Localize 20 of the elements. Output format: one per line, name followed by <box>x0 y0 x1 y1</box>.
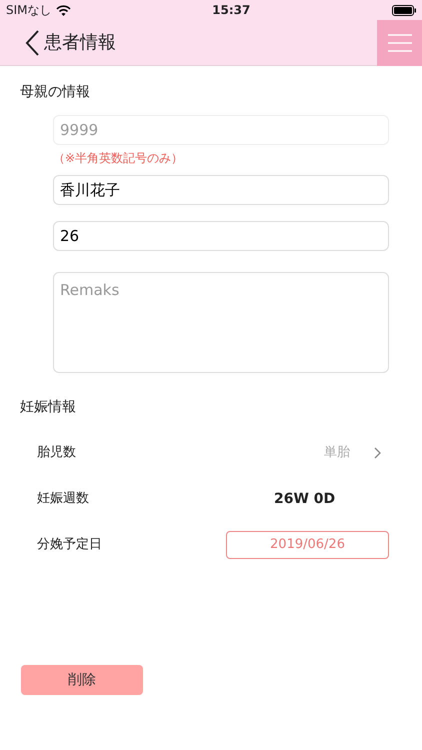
chevron-icon <box>374 447 381 459</box>
page-title: 患者情報 <box>44 31 117 55</box>
section-heading: 母親の情報 <box>20 83 91 102</box>
id-input-field[interactable]: 9999 <box>53 115 389 145</box>
age-input-field[interactable]: 26 <box>53 221 389 251</box>
delete-button[interactable]: 削除 <box>21 665 143 695</box>
remarks-field[interactable]: Remaks <box>53 272 389 373</box>
carrier-label: SIMなし <box>6 2 52 19</box>
field-label: 胎児数 <box>37 444 77 462</box>
field-value: 26W 0D <box>274 490 336 508</box>
battery-icon <box>392 4 416 16</box>
clock-time: 15:37 <box>211 2 252 19</box>
name-input-field[interactable]: 香川花子 <box>53 175 389 205</box>
section-heading: 妊娠情報 <box>20 398 77 417</box>
input-note: （※半角英数記号のみ） <box>53 150 184 167</box>
wifi-icon <box>56 4 71 16</box>
field-label: 妊娠週数 <box>37 490 90 508</box>
menu-icon <box>388 34 412 52</box>
back-icon[interactable] <box>24 28 40 56</box>
field-label: 分娩予定日 <box>37 536 103 554</box>
